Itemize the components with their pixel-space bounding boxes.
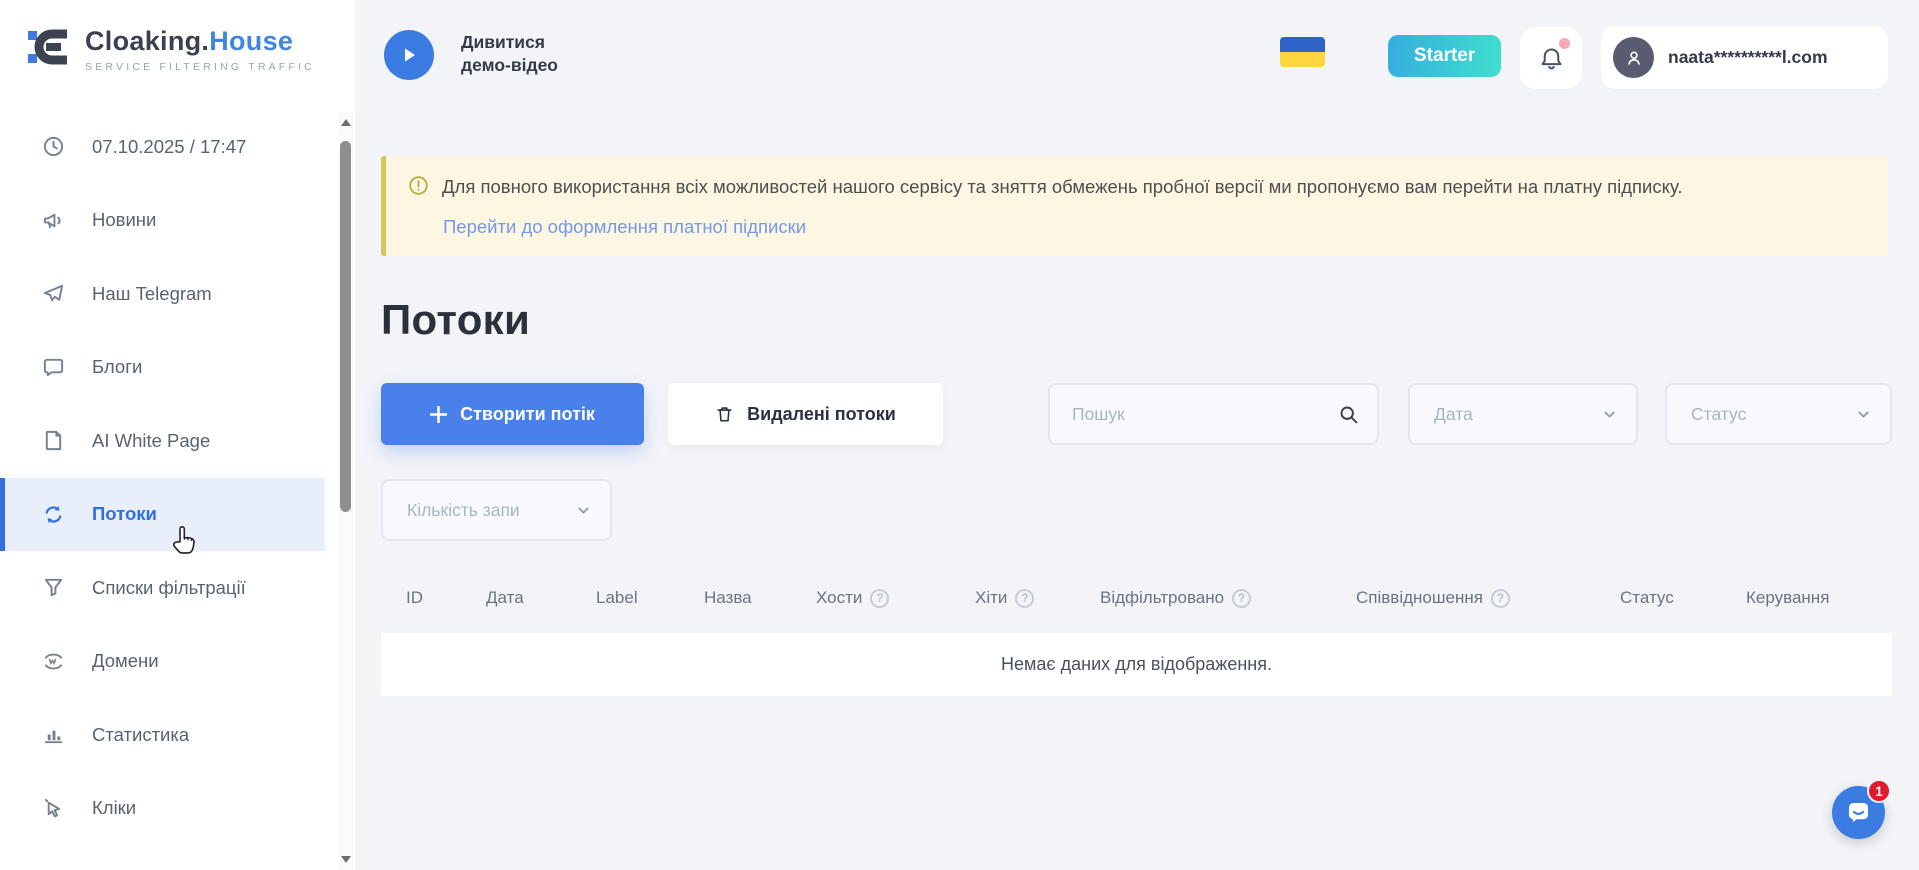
sidebar-item-streams[interactable]: Потоки (0, 478, 325, 552)
sidebar-item-statistics[interactable]: Статистика (0, 698, 325, 772)
trash-icon (715, 404, 734, 424)
col-date: Дата (486, 588, 524, 608)
search-input[interactable] (1072, 404, 1338, 425)
sidebar-item-telegram[interactable]: Наш Telegram (0, 257, 325, 331)
upgrade-subscription-link[interactable]: Перейти до оформлення платної підписки (443, 216, 806, 238)
col-name: Назва (704, 588, 752, 608)
sidebar-item-label: Блоги (92, 356, 142, 378)
sidebar-nav: 07.10.2025 / 17:47 Новини Наш Telegram (0, 110, 325, 845)
scroll-down-icon[interactable] (341, 856, 351, 863)
sidebar-datetime-label: 07.10.2025 / 17:47 (92, 136, 246, 158)
page-title: Потоки (381, 296, 530, 344)
user-menu[interactable]: naata**********l.com (1601, 26, 1888, 89)
col-hosts: Хости? (816, 588, 889, 608)
logo[interactable]: Cloaking.House SERVICE FILTERING TRAFFIC (0, 0, 355, 75)
sidebar-item-news[interactable]: Новини (0, 184, 325, 258)
col-ratio: Співвідношення? (1356, 588, 1510, 608)
chevron-down-icon (1855, 406, 1872, 423)
play-icon (400, 46, 418, 64)
col-filtered: Відфільтровано? (1100, 588, 1251, 608)
sidebar-item-domains[interactable]: Домени (0, 625, 325, 699)
plan-badge[interactable]: Starter (1388, 35, 1501, 77)
col-hits: Хіти? (975, 588, 1034, 608)
sidebar-scrollbar[interactable] (338, 112, 354, 870)
col-id: ID (406, 588, 423, 608)
chat-unread-badge: 1 (1867, 779, 1891, 803)
table-empty-state: Немає даних для відображення. (381, 633, 1892, 696)
sidebar-item-label: Домени (92, 650, 159, 672)
sidebar-item-ai-white-page[interactable]: AI White Page (0, 404, 325, 478)
domain-icon (41, 649, 65, 673)
plus-icon (430, 406, 447, 423)
sidebar-item-label: Наш Telegram (92, 283, 212, 305)
user-email: naata**********l.com (1668, 47, 1828, 68)
sidebar-item-clicks[interactable]: Кліки (0, 772, 325, 846)
chat-bubble-icon (41, 355, 65, 379)
banner-text: Для повного використання всіх можливосте… (442, 175, 1682, 200)
avatar (1613, 37, 1654, 78)
sidebar-item-filter-lists[interactable]: Списки фільтрації (0, 551, 325, 625)
search-field (1048, 383, 1379, 445)
sidebar: Cloaking.House SERVICE FILTERING TRAFFIC… (0, 0, 355, 870)
col-status: Статус (1620, 588, 1674, 608)
help-icon[interactable]: ? (1491, 589, 1510, 608)
streams-table-header: ID Дата Label Назва Хости? Хіти? Відфіль… (381, 588, 1892, 622)
sidebar-item-label: Статистика (92, 724, 189, 746)
scrollbar-thumb[interactable] (340, 141, 351, 512)
megaphone-icon (41, 208, 65, 232)
trial-warning-banner: Для повного використання всіх можливосте… (381, 156, 1888, 256)
sidebar-item-datetime: 07.10.2025 / 17:47 (0, 110, 325, 184)
col-actions: Керування (1746, 588, 1829, 608)
telegram-icon (41, 282, 65, 306)
click-icon (41, 796, 65, 820)
help-icon[interactable]: ? (1015, 589, 1034, 608)
page-icon (41, 429, 65, 453)
demo-video-label[interactable]: Дивитися демо-відео (461, 31, 558, 77)
chevron-down-icon (1601, 406, 1618, 423)
date-filter-select[interactable]: Дата (1408, 383, 1638, 445)
brand-tagline: SERVICE FILTERING TRAFFIC (85, 61, 315, 73)
search-icon[interactable] (1338, 404, 1359, 425)
sidebar-item-label: Новини (92, 209, 156, 231)
sidebar-item-label: Потоки (92, 503, 157, 525)
scroll-up-icon[interactable] (341, 119, 351, 126)
chat-launcher-button[interactable]: 1 (1832, 786, 1885, 839)
sidebar-item-label: Списки фільтрації (92, 577, 246, 599)
deleted-streams-button[interactable]: Видалені потоки (668, 383, 943, 445)
logo-mark-icon (26, 24, 72, 75)
status-filter-select[interactable]: Статус (1665, 383, 1892, 445)
funnel-icon (41, 576, 65, 600)
notifications-button[interactable] (1520, 27, 1582, 89)
sidebar-item-label: AI White Page (92, 430, 210, 452)
clock-icon (41, 135, 65, 159)
col-label: Label (596, 588, 638, 608)
create-stream-button[interactable]: Створити потік (381, 383, 644, 445)
sidebar-item-label: Кліки (92, 797, 136, 819)
chevron-down-icon (575, 502, 592, 519)
per-page-select[interactable]: Кількість запи (381, 479, 612, 541)
sidebar-item-blogs[interactable]: Блоги (0, 331, 325, 405)
brand-name: Cloaking.House (85, 26, 315, 57)
language-flag-ukraine-icon[interactable] (1280, 37, 1325, 67)
help-icon[interactable]: ? (1232, 589, 1251, 608)
bell-icon (1538, 45, 1565, 72)
stats-icon (41, 723, 65, 747)
chat-smile-icon (1845, 799, 1872, 826)
help-icon[interactable]: ? (870, 589, 889, 608)
warning-icon (408, 175, 429, 201)
notification-dot (1559, 38, 1570, 49)
sync-icon (41, 502, 65, 526)
demo-video-play-button[interactable] (384, 30, 434, 80)
